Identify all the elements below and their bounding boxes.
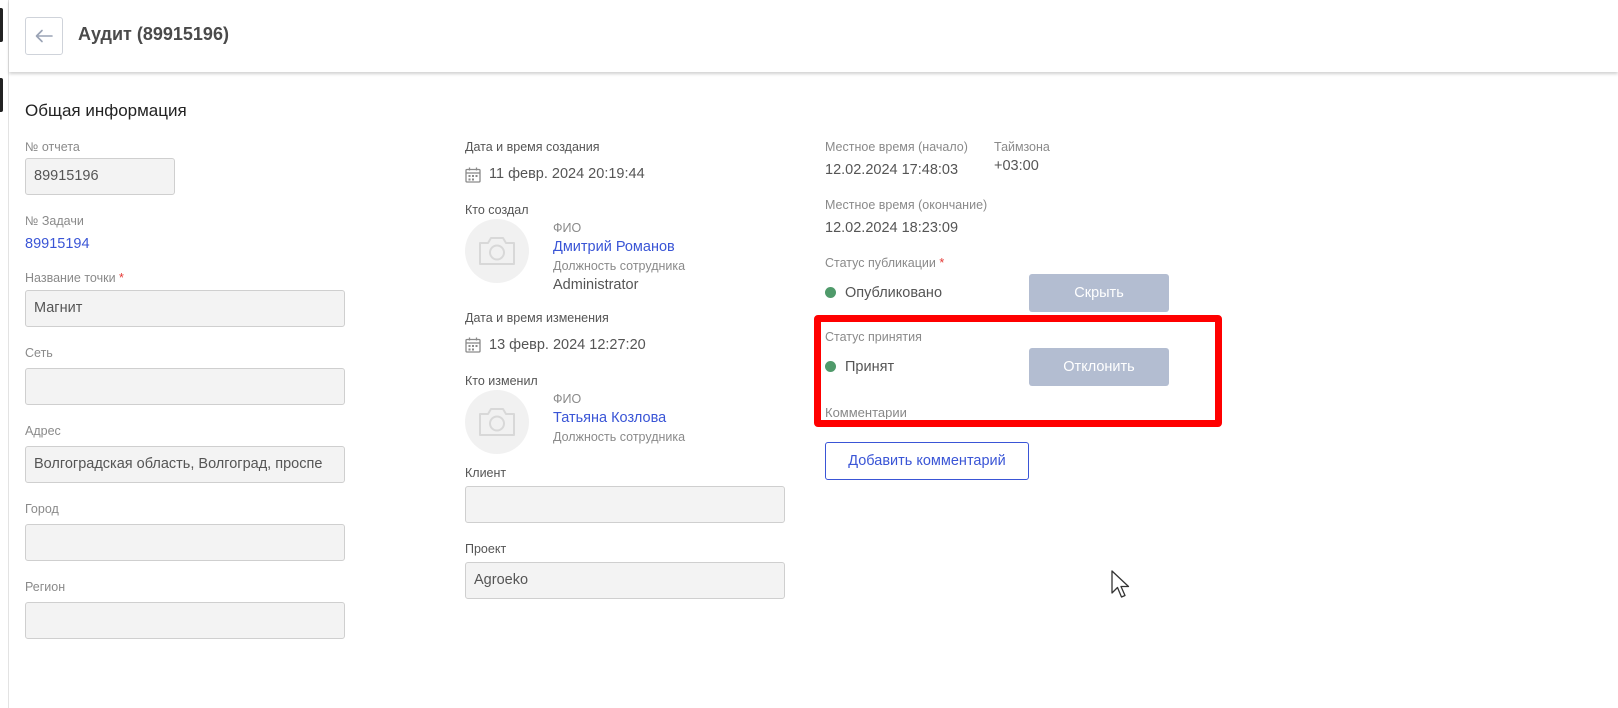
status-dot xyxy=(825,287,836,298)
report-no-label: № отчета xyxy=(25,140,80,154)
back-button[interactable] xyxy=(25,17,63,55)
section-title: Общая информация xyxy=(25,101,187,120)
local-start-value: 12.02.2024 17:48:03 xyxy=(825,162,959,178)
network-field[interactable] xyxy=(25,368,345,405)
timezone-value: +03:00 xyxy=(994,158,1039,174)
edge-marker xyxy=(0,8,3,42)
highlight-box xyxy=(814,315,1222,427)
address-label: Адрес xyxy=(25,424,61,438)
creator-fio-label: ФИО xyxy=(553,221,582,235)
city-label: Город xyxy=(25,502,59,516)
required-mark: * xyxy=(939,256,945,270)
point-name-field[interactable]: Магнит xyxy=(25,290,345,327)
modifier-name-link[interactable]: Татьяна Козлова xyxy=(553,410,666,426)
publication-status-label: Статус публикации * xyxy=(825,256,945,270)
mouse-cursor-icon xyxy=(1111,570,1130,598)
report-no-field[interactable]: 89915196 xyxy=(25,158,175,195)
region-field[interactable] xyxy=(25,602,345,639)
point-name-label: Название точки * xyxy=(25,271,124,285)
edge-marker xyxy=(0,78,3,112)
timezone-label: Таймзона xyxy=(994,140,1050,154)
camera-icon xyxy=(479,237,515,265)
arrow-left-icon xyxy=(35,29,53,43)
created-label: Дата и время создания xyxy=(465,140,600,154)
calendar-icon xyxy=(465,167,481,183)
creator-position: Administrator xyxy=(553,277,639,293)
page-title: Аудит (89915196) xyxy=(78,24,229,44)
required-mark: * xyxy=(119,271,124,285)
modifier-label: Кто изменил xyxy=(465,374,538,388)
region-label: Регион xyxy=(25,580,66,594)
city-field[interactable] xyxy=(25,524,345,561)
network-label: Сеть xyxy=(25,346,53,360)
camera-icon xyxy=(479,408,515,436)
project-label: Проект xyxy=(465,542,507,556)
modifier-fio-label: ФИО xyxy=(553,392,582,406)
publication-status-value: Опубликовано xyxy=(845,285,943,301)
created-datetime: 11 февр. 2024 20:19:44 xyxy=(489,166,645,182)
avatar xyxy=(465,390,529,454)
local-start-label: Местное время (начало) xyxy=(825,140,968,154)
creator-label: Кто создал xyxy=(465,203,529,217)
left-edge xyxy=(0,0,9,708)
local-end-value: 12.02.2024 18:23:09 xyxy=(825,220,959,236)
local-end-label: Местное время (окончание) xyxy=(825,198,988,212)
task-no-link[interactable]: 89915194 xyxy=(25,236,90,252)
creator-position-label: Должность сотрудника xyxy=(553,259,686,273)
avatar xyxy=(465,219,529,283)
page-header: Аудит (89915196) xyxy=(9,0,1618,72)
project-field[interactable]: Agroeko xyxy=(465,562,785,599)
client-field[interactable] xyxy=(465,486,785,523)
modified-label: Дата и время изменения xyxy=(465,311,609,325)
client-label: Клиент xyxy=(465,466,507,480)
modified-datetime: 13 февр. 2024 12:27:20 xyxy=(489,337,646,353)
creator-name-link[interactable]: Дмитрий Романов xyxy=(553,239,675,255)
hide-button[interactable]: Скрыть xyxy=(1029,274,1169,312)
address-field[interactable]: Волгоградская область, Волгоград, проспе xyxy=(25,446,345,483)
modifier-position-label: Должность сотрудника xyxy=(553,430,686,444)
task-no-label: № Задачи xyxy=(25,214,84,228)
calendar-icon xyxy=(465,337,481,353)
add-comment-button[interactable]: Добавить комментарий xyxy=(825,442,1029,480)
